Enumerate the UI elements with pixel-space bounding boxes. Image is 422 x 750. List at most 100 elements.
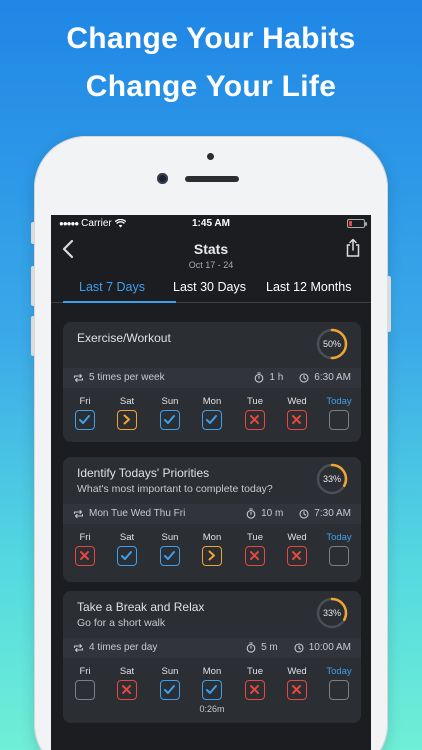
day-checkbox-mon[interactable] (202, 410, 222, 430)
tab-active-indicator (63, 301, 176, 303)
check-icon (79, 415, 90, 424)
day-checkbox-sat[interactable] (117, 546, 137, 566)
cross-icon (292, 551, 301, 560)
date-range: Oct 17 - 24 (188, 260, 234, 270)
battery-icon (347, 219, 367, 228)
day-checkbox-fri[interactable] (75, 546, 95, 566)
check-icon (164, 685, 175, 694)
day-checkbox-today[interactable] (329, 410, 349, 430)
day-checkbox-tue[interactable] (245, 546, 265, 566)
check-icon (164, 415, 175, 424)
progress-percent: 33% (322, 474, 341, 484)
clock-icon (299, 372, 309, 383)
volume-up-button (31, 266, 35, 306)
duration-label: 1 h (269, 372, 284, 383)
check-icon (206, 415, 217, 424)
earpiece-speaker (185, 176, 239, 182)
repeat-icon (73, 509, 84, 518)
duration-label: 10 m (261, 508, 284, 519)
schedule-row: 4 times per day 5 m 10:00 AM (63, 638, 361, 658)
day-checkbox-sun[interactable] (160, 410, 180, 430)
day-checkbox-fri[interactable] (75, 680, 95, 700)
day-checkbox-tue[interactable] (245, 680, 265, 700)
day-checkbox-tue[interactable] (245, 410, 265, 430)
reminder-time: 6:30 AM (314, 372, 351, 383)
habit-card[interactable]: Identify Todays' Priorities What's most … (63, 457, 361, 582)
front-camera (157, 173, 168, 184)
status-bar: ●●●●● Carrier 1:45 AM (51, 215, 371, 233)
frequency: 4 times per day (73, 642, 157, 653)
timing: 1 h 6:30 AM (254, 372, 351, 383)
check-icon (164, 551, 175, 560)
proximity-sensor (207, 153, 214, 160)
day-label-fri: Fri (79, 666, 91, 677)
stopwatch-icon (255, 372, 264, 383)
day-label-tue: Tue (246, 532, 264, 543)
power-button (387, 276, 391, 332)
day-label-sun: Sun (161, 666, 179, 677)
habit-subtitle: Go for a short walk (77, 617, 166, 629)
day-checkbox-sat[interactable] (117, 680, 137, 700)
day-label-wed: Wed (287, 396, 307, 407)
day-checkbox-sun[interactable] (160, 546, 180, 566)
period-tabs: Last 7 Days Last 30 Days Last 12 Months (51, 277, 371, 303)
headline-line-1: Change Your Habits (66, 22, 356, 55)
habit-title: Exercise/Workout (77, 331, 171, 345)
status-time: 1:45 AM (192, 218, 230, 229)
day-checkbox-sun[interactable] (160, 680, 180, 700)
progress-percent: 50% (322, 339, 341, 349)
day-checkbox-fri[interactable] (75, 410, 95, 430)
tab-last-12-months[interactable]: Last 12 Months (266, 280, 351, 294)
day-label-fri: Fri (79, 532, 91, 543)
elapsed-time-note: 0:26m (199, 704, 225, 714)
habit-title: Identify Todays' Priorities (77, 466, 210, 480)
frequency-label: 4 times per day (89, 642, 158, 653)
day-label-sat: Sat (119, 396, 135, 407)
cross-icon (292, 685, 301, 694)
cross-icon (80, 551, 89, 560)
timing: 5 m 10:00 AM (246, 642, 351, 653)
cross-icon (250, 551, 259, 560)
day-checkbox-today[interactable] (329, 546, 349, 566)
check-icon (121, 551, 132, 560)
clock-icon (294, 642, 304, 653)
habit-card[interactable]: Take a Break and Relax Go for a short wa… (63, 591, 361, 723)
day-label-today: Today (326, 532, 352, 543)
day-label-today: Today (326, 396, 352, 407)
tab-last-7-days[interactable]: Last 7 Days (79, 280, 145, 294)
check-icon (206, 685, 217, 694)
headline-line-2: Change Your Life (85, 70, 337, 103)
day-checkbox-wed[interactable] (287, 546, 307, 566)
day-checkbox-wed[interactable] (287, 680, 307, 700)
repeat-icon (73, 373, 84, 382)
skip-chevron-icon (123, 414, 130, 425)
reminder-time: 7:30 AM (314, 508, 351, 519)
day-checkbox-mon[interactable] (202, 680, 222, 700)
tab-last-30-days[interactable]: Last 30 Days (173, 280, 246, 294)
day-label-mon: Mon (202, 396, 222, 407)
duration-label: 5 m (261, 642, 278, 653)
reminder-time: 10:00 AM (308, 642, 351, 653)
timing: 10 m 7:30 AM (246, 508, 351, 519)
day-label-mon: Mon (202, 532, 222, 543)
frequency: Mon Tue Wed Thu Fri (73, 508, 185, 519)
day-checkbox-mon[interactable] (202, 546, 222, 566)
day-label-sat: Sat (119, 666, 135, 677)
day-label-sat: Sat (119, 532, 135, 543)
day-checkbox-sat[interactable] (117, 410, 137, 430)
nav-bar: Stats Oct 17 - 24 (51, 233, 371, 277)
repeat-icon (73, 643, 84, 652)
share-icon[interactable] (345, 238, 361, 258)
day-label-wed: Wed (287, 532, 307, 543)
day-checkbox-wed[interactable] (287, 410, 307, 430)
habit-card[interactable]: Exercise/Workout 50% 5 times per week 1 … (63, 322, 361, 442)
app-screen: ●●●●● Carrier 1:45 AM Stats Oct 17 - 24 … (51, 215, 371, 750)
page-title: Stats (193, 241, 229, 257)
day-label-sun: Sun (161, 396, 179, 407)
schedule-row: Mon Tue Wed Thu Fri 10 m 7:30 AM (63, 504, 361, 524)
habit-subtitle: What's most important to complete today? (77, 483, 273, 495)
day-label-tue: Tue (246, 396, 264, 407)
day-label-sun: Sun (161, 532, 179, 543)
day-label-wed: Wed (287, 666, 307, 677)
day-checkbox-today[interactable] (329, 680, 349, 700)
